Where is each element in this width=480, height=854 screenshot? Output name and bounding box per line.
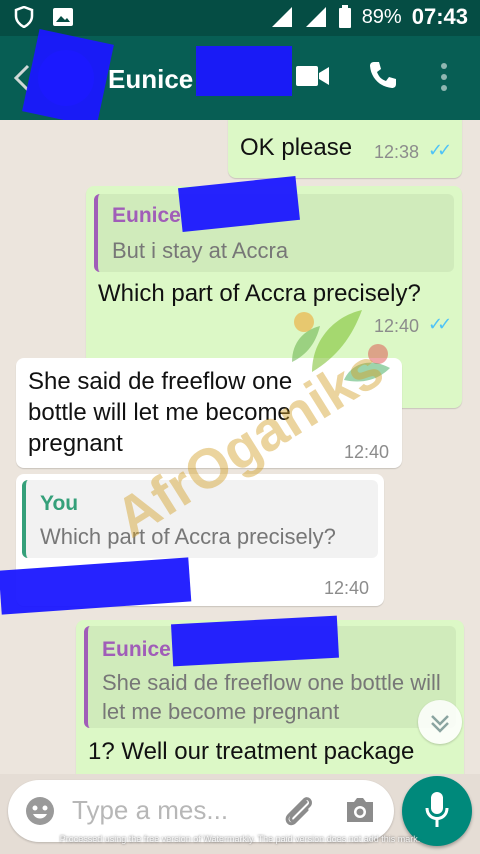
image-icon	[53, 8, 73, 26]
message-time: 12:40	[324, 578, 370, 598]
quoted-sender: You	[40, 492, 79, 515]
message-text: 1? Well our treatment package	[88, 738, 415, 765]
quoted-sender: Eunice	[112, 204, 181, 227]
message-time: 12:40	[344, 442, 390, 462]
battery-icon	[338, 5, 351, 28]
clock: 07:43	[411, 4, 468, 29]
quoted-sender: Eunice	[102, 638, 171, 661]
message-time: 12:38	[374, 142, 420, 162]
redaction-mark	[196, 46, 292, 96]
read-receipt-icon: ✓✓	[428, 140, 452, 160]
quoted-text: She said de freeflow one bottle will let…	[102, 670, 441, 724]
redaction-mark	[171, 615, 339, 667]
read-receipt-icon: ✓✓	[428, 314, 452, 334]
contact-name[interactable]: Eunice	[108, 64, 193, 95]
chevron-down-icon	[431, 715, 449, 733]
watermark-notice: Processed using the free version of Wate…	[59, 834, 421, 844]
message-bubble-outgoing[interactable]: Eunice She said de freeflow one bottle w…	[76, 615, 464, 774]
message-list[interactable]: OK please 12:38 ✓✓ Eunice But i stay at …	[0, 120, 480, 774]
quoted-text: But i stay at Accra	[112, 238, 289, 263]
scroll-down-button[interactable]	[418, 700, 462, 744]
emoji-icon[interactable]	[24, 795, 56, 827]
microphone-icon	[425, 792, 449, 827]
quoted-text: Which part of Accra precisely?	[40, 524, 336, 549]
message-composer	[8, 780, 394, 842]
phone-call-icon[interactable]	[368, 60, 398, 90]
battery-percent: 89%	[361, 5, 402, 28]
camera-icon[interactable]	[344, 796, 376, 824]
message-text: OK please	[240, 134, 353, 161]
message-input[interactable]	[72, 790, 262, 830]
redaction-mark	[22, 29, 114, 127]
signal-icon	[305, 7, 326, 27]
more-vertical-icon[interactable]	[440, 62, 448, 92]
video-call-icon[interactable]	[296, 64, 330, 88]
signal-icon	[271, 7, 292, 27]
status-bar: 89% 07:43	[0, 0, 480, 36]
message-bubble-outgoing[interactable]: OK please 12:38 ✓✓	[228, 120, 462, 178]
shield-icon	[14, 6, 34, 28]
chat-header: Eunice	[0, 29, 480, 127]
attach-icon[interactable]	[280, 794, 316, 828]
